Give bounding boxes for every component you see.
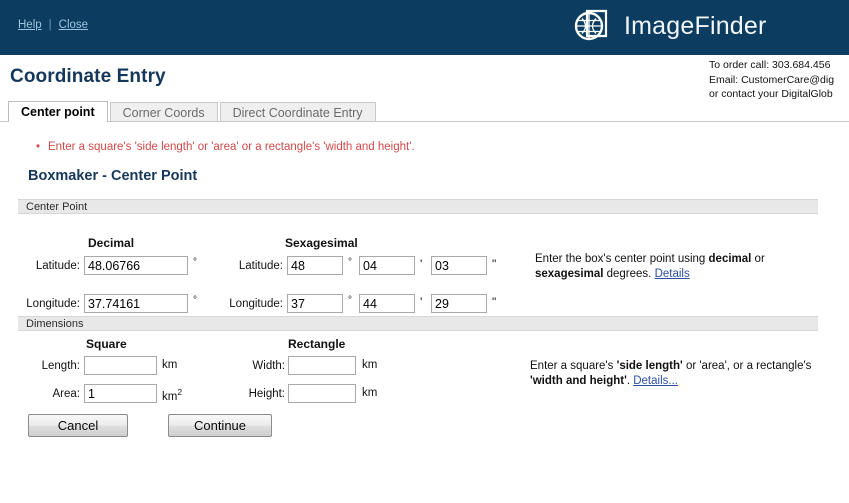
decimal-longitude-label: Longitude: [26, 298, 80, 310]
help-link[interactable]: Help [18, 19, 42, 31]
dimensions-help-prefix: Enter a square's [530, 360, 617, 372]
square-column-title: Square [86, 337, 127, 351]
center-point-help-suffix: degrees. [603, 268, 655, 280]
rectangle-width-unit: km [362, 359, 378, 371]
sexagesimal-longitude-label: Longitude: [229, 298, 283, 310]
rectangle-height-unit: km [362, 387, 378, 399]
page-title: Coordinate Entry [10, 66, 166, 87]
dimensions-details-link[interactable]: Details... [633, 375, 678, 387]
sexagesimal-longitude-degree-symbol: ° [348, 295, 352, 306]
square-area-unit-exponent: 2 [177, 387, 183, 397]
sexagesimal-latitude-degrees-input[interactable] [287, 256, 343, 275]
center-point-panel-body: Decimal Sexagesimal Latitude: ° Longitud… [18, 214, 820, 313]
continue-button[interactable]: Continue [168, 414, 272, 437]
contact-phone: To order call: 303.684.456 [709, 59, 831, 71]
dimensions-panel-title: Dimensions [18, 316, 818, 331]
square-length-input[interactable] [84, 356, 157, 375]
tab-corner-coords[interactable]: Corner Coords [109, 102, 218, 122]
square-area-unit-base: km [162, 390, 178, 403]
sexagesimal-longitude-minute-symbol: ' [420, 295, 423, 309]
center-point-panel-title: Center Point [18, 199, 818, 214]
header-link-separator: | [48, 19, 52, 31]
rectangle-width-label: Width: [252, 360, 285, 372]
dimensions-help-bold-side-length: 'side length' [616, 360, 683, 372]
sexagesimal-latitude-second-symbol: " [492, 257, 497, 271]
rectangle-column-title: Rectangle [288, 337, 346, 351]
decimal-latitude-label: Latitude: [35, 260, 80, 272]
square-area-input[interactable] [84, 384, 157, 403]
header-links: Help | Close [18, 19, 88, 31]
sexagesimal-latitude-label: Latitude: [238, 260, 283, 272]
square-area-label: Area: [52, 388, 81, 400]
sexagesimal-longitude-second-symbol: " [492, 295, 497, 309]
contact-note: or contact your DigitalGlob [709, 88, 833, 100]
sexagesimal-longitude-minutes-input[interactable] [359, 294, 415, 313]
globe-grid-icon [573, 7, 611, 45]
dimensions-help-bold-width-height: 'width and height' [530, 375, 627, 387]
rectangle-height-label: Height: [248, 388, 285, 400]
sexagesimal-latitude-seconds-input[interactable] [431, 256, 487, 275]
contact-email: Email: CustomerCare@dig [709, 73, 835, 86]
center-point-help-bold-sexagesimal: sexagesimal [535, 268, 604, 280]
rectangle-height-input[interactable] [288, 384, 356, 403]
dimensions-panel-body: Square Rectangle Length: km Area: km2 Wi… [18, 331, 818, 403]
decimal-column-title: Decimal [88, 236, 135, 250]
app-header: Help | Close ImageFinder [0, 0, 849, 55]
tab-center-point[interactable]: Center point [8, 101, 108, 123]
sexagesimal-longitude-degrees-input[interactable] [287, 294, 343, 313]
sexagesimal-column-title: Sexagesimal [285, 236, 358, 250]
cancel-button[interactable]: Cancel [28, 414, 128, 437]
dimensions-panel: Dimensions Square Rectangle Length: km A… [18, 316, 818, 403]
center-point-panel: Center Point Decimal Sexagesimal Latitud… [18, 199, 820, 313]
tab-underline [0, 121, 849, 122]
square-length-unit: km [162, 359, 178, 371]
square-area-unit: km2 [162, 387, 182, 403]
instruction-note: • Enter a square's 'side length' or 'area… [36, 141, 415, 153]
center-point-help-prefix: Enter the box's center point using [535, 253, 709, 265]
decimal-longitude-input[interactable] [84, 294, 188, 313]
sexagesimal-latitude-minutes-input[interactable] [359, 256, 415, 275]
instruction-note-text: Enter a square's 'side length' or 'area'… [48, 141, 415, 153]
center-point-details-link[interactable]: Details [655, 268, 690, 280]
brand: ImageFinder [573, 7, 767, 45]
sexagesimal-latitude-minute-symbol: ' [420, 257, 423, 271]
center-point-help-text: Enter the box's center point using decim… [535, 252, 820, 282]
rectangle-width-input[interactable] [288, 356, 356, 375]
contact-info: To order call: 303.684.456 Email: Custom… [709, 58, 849, 102]
decimal-longitude-unit: ° [193, 295, 197, 306]
center-point-help-bold-decimal: decimal [708, 253, 752, 265]
dimensions-help-mid: or 'area', or a rectangle's [682, 360, 812, 372]
sexagesimal-longitude-seconds-input[interactable] [431, 294, 487, 313]
square-length-label: Length: [41, 360, 80, 372]
brand-name: ImageFinder [624, 11, 767, 40]
bullet-icon: • [36, 141, 41, 153]
sexagesimal-latitude-degree-symbol: ° [348, 257, 352, 268]
dimensions-help-text: Enter a square's 'side length' or 'area'… [530, 359, 830, 389]
tab-bar: Center point Corner Coords Direct Coordi… [8, 101, 378, 123]
tab-direct-coordinate-entry[interactable]: Direct Coordinate Entry [219, 102, 376, 122]
boxmaker-heading: Boxmaker - Center Point [28, 168, 198, 184]
center-point-help-mid: or [751, 253, 765, 265]
close-link[interactable]: Close [59, 19, 88, 31]
decimal-latitude-unit: ° [193, 257, 197, 268]
decimal-latitude-input[interactable] [84, 256, 188, 275]
